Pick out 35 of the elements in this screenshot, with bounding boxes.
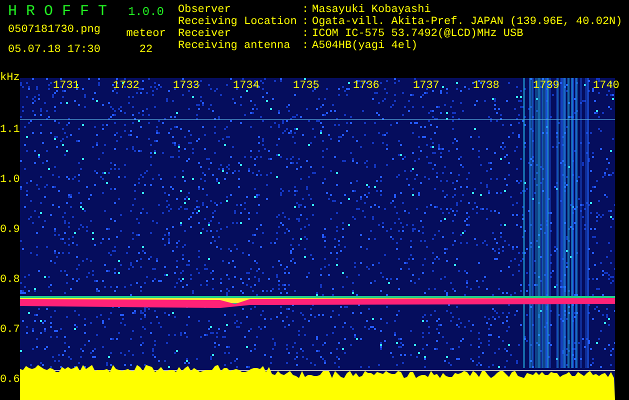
time-label: 1733 [173,80,200,92]
time-label: 1732 [113,80,140,92]
frequency-label: 0.6 [0,374,20,386]
app-title: H R O F F T [8,4,108,20]
frequency-label: 1.1 [0,124,20,136]
app-version: 1.0.0 [128,4,164,20]
time-label: 1739 [533,80,560,92]
frequency-label: 0.8 [0,274,20,286]
time-label: 1731 [53,80,80,92]
info-label: Receiving antenna [178,40,292,52]
info-label: Receiver [178,28,232,40]
date-time: 05.07.18 17:30 [8,44,102,56]
file-name: 0507181730.png [8,24,102,36]
info-label: Observer [178,4,232,16]
info-separator: : [302,28,310,40]
info-separator: : [302,4,310,16]
meteor-count: 22 [139,44,153,56]
time-label: 1734 [233,80,260,92]
time-label: 1737 [413,80,440,92]
frequency-label: 0.7 [0,324,20,336]
info-value: ICOM IC-575 53.7492(@LCD)MHz USB [312,28,524,40]
time-label: 1735 [293,80,320,92]
time-label: 1736 [353,80,380,92]
meteor-label: meteor [126,28,166,40]
info-separator: : [302,16,310,28]
time-label: 1740 [593,80,620,92]
time-label: 1738 [473,80,500,92]
info-separator: : [302,40,310,52]
axis-unit: kHz [0,72,20,84]
frequency-label: 1.0 [0,174,20,186]
info-value: Ogata-vill. Akita-Pref. JAPAN (139.96E, 40.02N) [312,16,622,28]
info-label: Receiving Location [178,16,298,28]
info-value: A504HB(yagi 4el) [312,40,418,52]
info-value: Masayuki Kobayashi [312,4,431,16]
frequency-label: 0.9 [0,224,20,236]
